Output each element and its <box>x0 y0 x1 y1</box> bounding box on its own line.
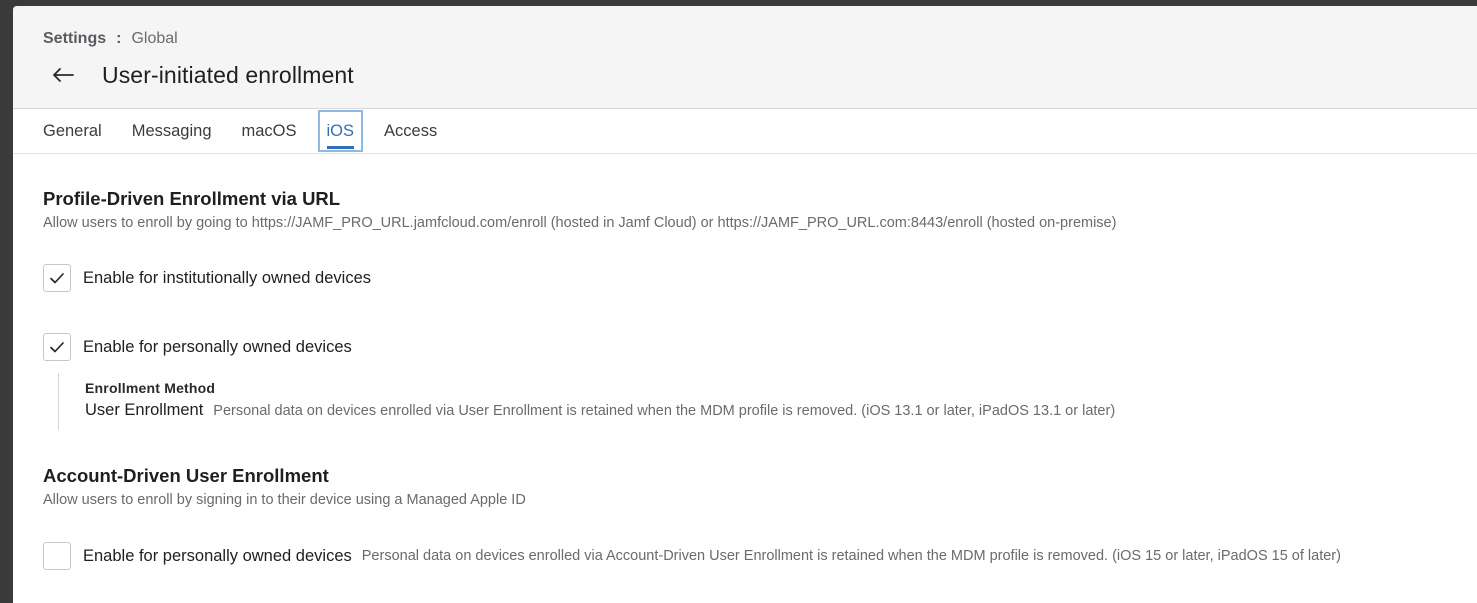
breadcrumb-settings-link[interactable]: Settings <box>43 30 106 47</box>
tab-general[interactable]: General <box>43 109 102 153</box>
enrollment-method-row: User Enrollment Personal data on devices… <box>85 401 1115 420</box>
personal-devices-checkbox[interactable] <box>43 333 71 361</box>
personal-devices-row: Enable for personally owned devices <box>43 333 352 361</box>
breadcrumb-separator: : <box>116 30 122 47</box>
enrollment-method-note: Personal data on devices enrolled via Us… <box>213 403 1116 419</box>
settings-window: Settings: Global User-initiated enrollmen… <box>13 6 1477 603</box>
institutional-devices-row: Enable for institutionally owned devices <box>43 264 371 292</box>
enrollment-method-value: User Enrollment <box>85 401 204 419</box>
profile-section-description: Allow users to enroll by going to https:… <box>43 215 1117 231</box>
page-title: User-initiated enrollment <box>102 61 354 88</box>
enrollment-method-block: Enrollment Method User Enrollment Person… <box>58 373 1115 430</box>
tab-macos[interactable]: macOS <box>242 109 297 153</box>
account-personal-devices-label: Enable for personally owned devices <box>83 546 352 565</box>
account-personal-devices-row: Enable for personally owned devices Pers… <box>43 542 1341 570</box>
back-button[interactable] <box>51 60 87 90</box>
institutional-devices-label: Enable for institutionally owned devices <box>83 268 372 287</box>
tab-access[interactable]: Access <box>384 109 437 153</box>
account-personal-devices-note: Personal data on devices enrolled via Ac… <box>361 548 1341 564</box>
enrollment-method-heading: Enrollment Method <box>85 380 216 396</box>
title-row: User-initiated enrollment <box>43 60 354 90</box>
arrow-left-icon <box>53 68 74 82</box>
account-section-title: Account-Driven User Enrollment <box>43 465 329 486</box>
checkmark-icon <box>50 272 64 283</box>
page-header: Settings: Global User-initiated enrollmen… <box>13 6 1477 109</box>
breadcrumb-current: Global <box>131 30 178 47</box>
account-personal-devices-checkbox[interactable] <box>43 542 71 570</box>
profile-section-title: Profile-Driven Enrollment via URL <box>43 188 341 209</box>
breadcrumb: Settings: Global <box>43 30 178 48</box>
checkmark-icon <box>50 341 64 352</box>
tab-ios[interactable]: iOS <box>317 110 364 152</box>
account-section-description: Allow users to enroll by signing in to t… <box>43 492 526 508</box>
tab-bar: General Messaging macOS iOS Access <box>13 109 1477 154</box>
personal-devices-label: Enable for personally owned devices <box>83 337 352 356</box>
tab-messaging[interactable]: Messaging <box>132 109 212 153</box>
institutional-devices-checkbox[interactable] <box>43 264 71 292</box>
